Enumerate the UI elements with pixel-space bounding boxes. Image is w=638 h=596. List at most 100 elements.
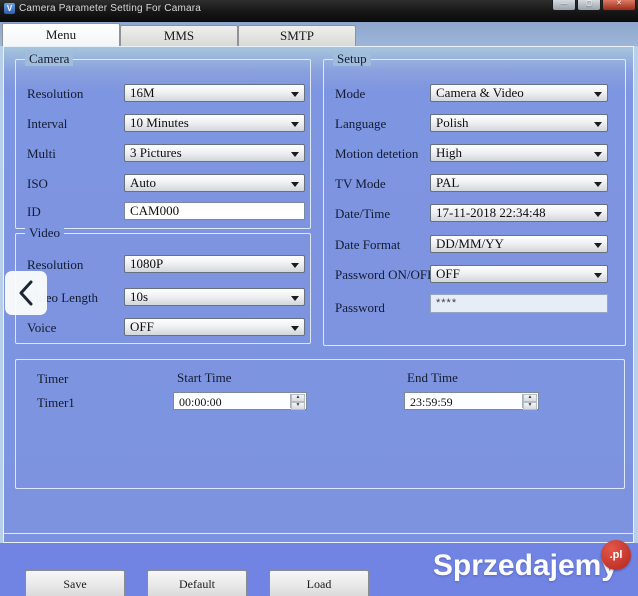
setup-group: Setup Mode Camera & Video Language Polis… [323,59,626,346]
chevron-down-icon [291,92,299,97]
video-length-value: 10s [130,289,148,304]
timer-group-title: Timer [37,371,68,387]
start-time-header: Start Time [177,370,232,386]
page-inner-divider [4,533,633,534]
setup-language-label: Language [335,116,386,132]
setup-dateformat-value: DD/MM/YY [436,236,504,251]
setup-password-toggle-label: Password ON/OFF [335,267,434,283]
timer-group: Timer Start Time End Time Timer1 00:00:0… [15,359,625,489]
watermark-text: Sprzedajemy [433,549,618,582]
window-title: Camera Parameter Setting For Camara [19,3,201,14]
setup-datetime-value: 17-11-2018 22:34:48 [436,205,546,220]
setup-tvmode-label: TV Mode [335,176,386,192]
spin-up-icon[interactable]: ▲ [291,394,305,402]
timer1-label: Timer1 [37,395,75,411]
chevron-down-icon [291,152,299,157]
save-button[interactable]: Save [25,570,125,596]
setup-mode-select[interactable]: Camera & Video [430,84,608,102]
camera-interval-value: 10 Minutes [130,115,189,130]
carousel-prev-button[interactable] [5,271,47,315]
chevron-down-icon [594,152,602,157]
chevron-down-icon [594,182,602,187]
default-button[interactable]: Default [147,570,247,596]
video-length-select[interactable]: 10s [124,288,305,306]
camera-iso-select[interactable]: Auto [124,174,305,192]
setup-tvmode-select[interactable]: PAL [430,174,608,192]
setup-password-label: Password [335,300,385,316]
camera-group-title: Camera [25,52,73,66]
load-button[interactable]: Load [269,570,369,596]
setup-mode-value: Camera & Video [436,85,524,100]
timer1-end-spinbox[interactable]: 23:59:59 ▲ ▼ [404,392,539,410]
video-group: Video Resolution 1080P Video Length 10s … [15,233,311,344]
timer1-start-spinbox[interactable]: 00:00:00 ▲ ▼ [173,392,307,410]
chevron-left-icon [18,280,34,306]
minimize-icon: — [561,0,568,8]
close-button[interactable]: ✕ [602,0,636,11]
end-time-header: End Time [407,370,458,386]
video-resolution-value: 1080P [130,256,163,271]
chevron-down-icon [594,122,602,127]
video-voice-label: Voice [27,320,56,336]
titlebar[interactable]: V Camera Parameter Setting For Camara — … [0,0,638,22]
camera-settings-window: V Camera Parameter Setting For Camara — … [0,0,638,596]
chevron-down-icon [594,92,602,97]
video-voice-select[interactable]: OFF [124,318,305,336]
timer1-end-value: 23:59:59 [410,394,453,410]
chevron-down-icon [594,212,602,217]
tab-mms[interactable]: MMS [120,25,238,46]
setup-datetime-select[interactable]: 17-11-2018 22:34:48 [430,204,608,222]
chevron-down-icon [291,326,299,331]
camera-id-label: ID [27,204,41,220]
window-frame-right [634,22,638,543]
setup-language-value: Polish [436,115,469,130]
close-icon: ✕ [616,0,622,8]
tab-menu[interactable]: Menu [2,23,120,46]
setup-motion-value: High [436,145,462,160]
menu-tab-page: Camera Resolution 16M Interval 10 Minute… [3,46,634,543]
video-group-title: Video [25,226,64,240]
setup-dateformat-select[interactable]: DD/MM/YY [430,235,608,253]
setup-motion-select[interactable]: High [430,144,608,162]
camera-id-input[interactable]: CAM000 [124,202,305,220]
camera-multi-select[interactable]: 3 Pictures [124,144,305,162]
camera-iso-value: Auto [130,175,156,190]
camera-resolution-value: 16M [130,85,155,100]
setup-password-toggle-select[interactable]: OFF [430,265,608,283]
spin-down-icon[interactable]: ▼ [523,402,537,410]
camera-resolution-label: Resolution [27,86,83,102]
video-resolution-select[interactable]: 1080P [124,255,305,273]
chevron-down-icon [291,296,299,301]
camera-multi-value: 3 Pictures [130,145,182,160]
setup-language-select[interactable]: Polish [430,114,608,132]
setup-group-title: Setup [333,52,371,66]
maximize-button[interactable]: ▢ [577,0,601,11]
spin-down-icon[interactable]: ▼ [291,402,305,410]
video-voice-value: OFF [130,319,154,334]
chevron-down-icon [594,273,602,278]
setup-motion-label: Motion detetion [335,146,418,162]
setup-tvmode-value: PAL [436,175,459,190]
camera-group: Camera Resolution 16M Interval 10 Minute… [15,59,311,229]
chevron-down-icon [594,243,602,248]
app-icon: V [4,3,15,14]
camera-interval-select[interactable]: 10 Minutes [124,114,305,132]
camera-iso-label: ISO [27,176,48,192]
spinner: ▲ ▼ [290,394,305,408]
setup-datetime-label: Date/Time [335,206,390,222]
setup-password-input[interactable]: **** [430,294,608,313]
maximize-icon: ▢ [586,0,593,8]
chevron-down-icon [291,122,299,127]
minimize-button[interactable]: — [552,0,576,11]
camera-resolution-select[interactable]: 16M [124,84,305,102]
chevron-down-icon [291,263,299,268]
camera-interval-label: Interval [27,116,67,132]
camera-multi-label: Multi [27,146,56,162]
spinner: ▲ ▼ [522,394,537,408]
setup-dateformat-label: Date Format [335,237,400,253]
tab-strip: Menu MMS SMTP [0,22,638,46]
setup-password-toggle-value: OFF [436,266,460,281]
watermark-pl-badge: .pl [601,540,631,570]
tab-smtp[interactable]: SMTP [238,25,356,46]
spin-up-icon[interactable]: ▲ [523,394,537,402]
